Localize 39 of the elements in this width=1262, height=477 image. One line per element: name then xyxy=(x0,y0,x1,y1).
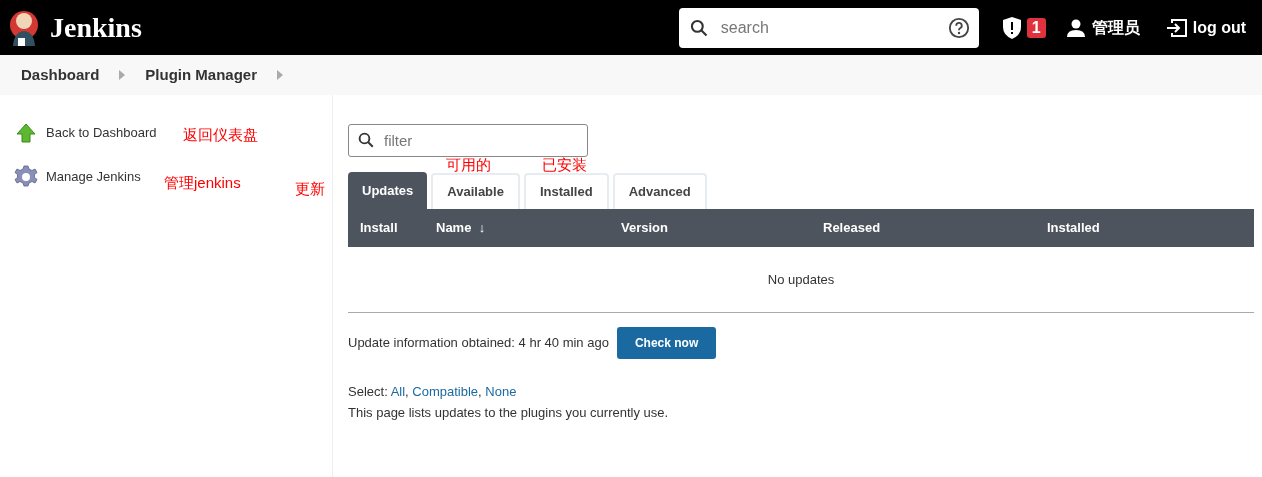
user-link[interactable]: 管理员 xyxy=(1091,15,1140,40)
empty-message: No updates xyxy=(767,270,835,289)
tab[interactable]: Installed xyxy=(523,173,609,209)
check-now-button[interactable]: Check now xyxy=(616,327,717,359)
up-arrow-icon xyxy=(16,123,36,143)
description: This page lists updates to the plugins you currently use. xyxy=(348,404,670,422)
annotation-text: 返回仪表盘 xyxy=(183,125,258,145)
select-link[interactable]: Compatible xyxy=(412,384,479,399)
logout-link[interactable]: log out xyxy=(1192,15,1246,40)
column-header[interactable]: Name ↓ xyxy=(436,220,486,236)
filter-field[interactable]: filter xyxy=(348,124,588,157)
column-header: Version xyxy=(621,220,668,236)
sidebar-link[interactable]: Back to Dashboard xyxy=(46,123,157,143)
sidebar-link[interactable]: Manage Jenkins xyxy=(46,167,141,187)
logout-icon xyxy=(1165,17,1188,38)
tab[interactable]: Advanced xyxy=(612,173,707,209)
search-icon xyxy=(357,131,375,149)
column-header: Install xyxy=(360,220,398,236)
tab[interactable]: Updates xyxy=(348,172,428,209)
breadcrumb-link[interactable]: Dashboard xyxy=(21,63,100,87)
search-field[interactable]: search xyxy=(678,7,979,48)
gear-icon xyxy=(14,165,38,189)
help-icon[interactable] xyxy=(947,16,970,39)
column-header: Installed xyxy=(1047,220,1100,236)
column-header: Released xyxy=(823,220,881,236)
brand-name[interactable]: Jenkins xyxy=(50,6,142,49)
select-line: Select: All, Compatible, None xyxy=(348,383,518,401)
annotation-text: 管理jenkins xyxy=(164,173,241,193)
update-info: Update information obtained: 4 hr 40 min ago xyxy=(348,334,609,353)
shield-icon[interactable] xyxy=(1000,15,1023,40)
tab[interactable]: Available xyxy=(431,173,520,209)
annotation-text: 更新 xyxy=(295,179,325,199)
user-icon xyxy=(1065,17,1086,38)
select-link[interactable]: None xyxy=(485,384,517,399)
search-icon xyxy=(688,17,709,38)
annotation-text: 已安装 xyxy=(542,155,587,175)
annotation-text: 可用的 xyxy=(446,155,491,175)
alert-count-badge[interactable]: 1 xyxy=(1026,17,1046,38)
breadcrumb-link[interactable]: Plugin Manager xyxy=(145,63,258,87)
